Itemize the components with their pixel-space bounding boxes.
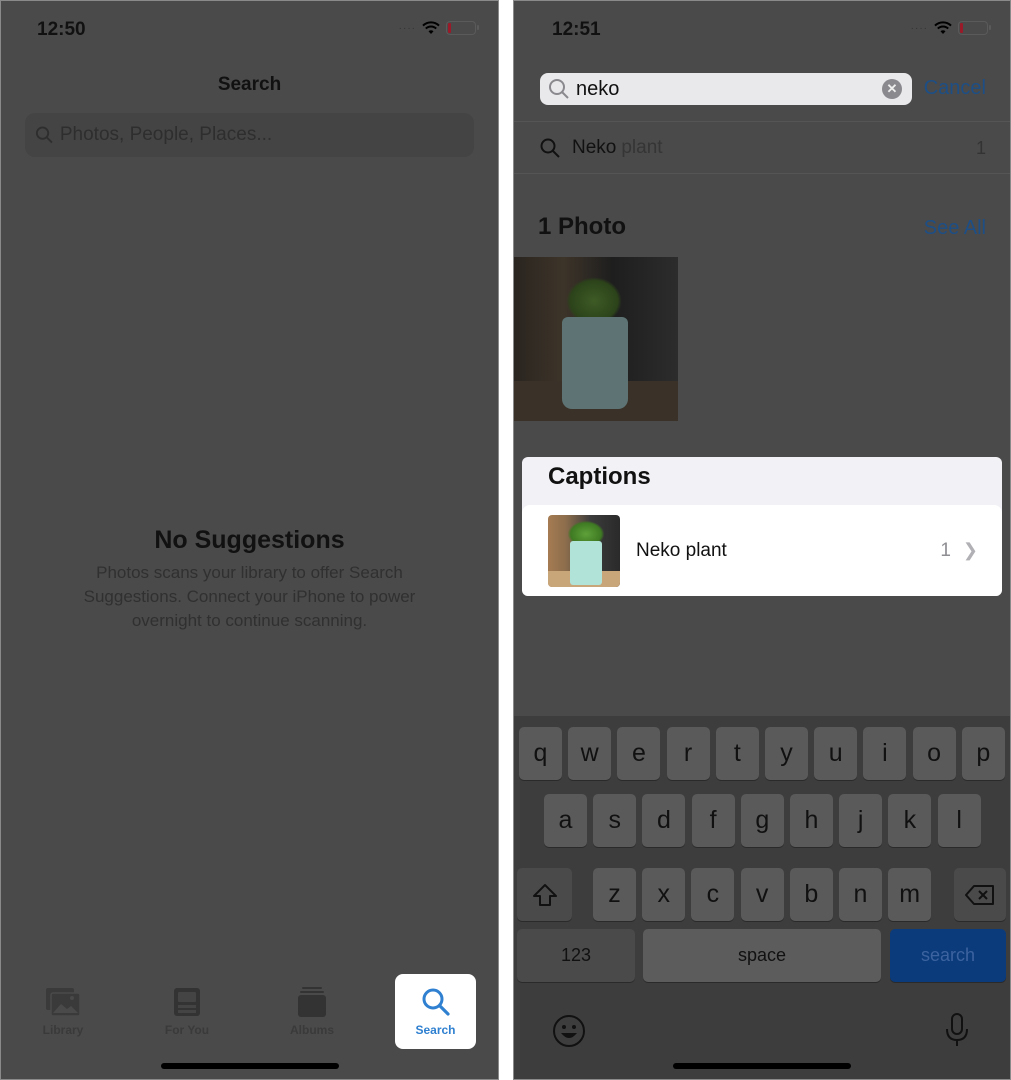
key[interactable]: t <box>715 727 759 780</box>
key[interactable]: o <box>912 727 956 780</box>
key[interactable]: k <box>888 794 932 847</box>
page-title: Search <box>217 74 282 95</box>
suggestion-count: 1 <box>975 137 986 158</box>
key[interactable]: s <box>593 794 637 847</box>
key[interactable]: b <box>789 868 833 921</box>
key[interactable]: u <box>814 727 858 780</box>
tab-search[interactable]: Search <box>395 974 476 1049</box>
search-icon <box>422 988 450 1016</box>
empty-state-title: No Suggestions <box>154 526 345 554</box>
key[interactable]: v <box>740 868 784 921</box>
empty-state-message: Photos scans your library to offer Searc… <box>83 563 416 630</box>
search-suggestion-row[interactable]: Neko plant 1 <box>540 134 986 162</box>
key[interactable]: h <box>790 794 833 847</box>
search-input[interactable] <box>59 124 474 146</box>
tab-albums[interactable]: Albums <box>272 974 352 1049</box>
key[interactable]: q <box>519 727 562 780</box>
search-icon <box>549 79 569 99</box>
key[interactable]: a <box>544 794 587 847</box>
key[interactable]: m <box>888 868 932 921</box>
home-indicator <box>160 1063 339 1069</box>
caption-list-item[interactable]: Neko plant 1 ❯ <box>522 505 1002 596</box>
numbers-key[interactable]: 123 <box>517 929 635 982</box>
tab-library[interactable]: Library <box>23 974 103 1049</box>
status-time: 12:51 <box>552 19 601 40</box>
key[interactable]: f <box>691 794 735 847</box>
suggestion-completion-text: plant <box>621 137 663 158</box>
divider <box>514 121 1010 122</box>
close-icon: ✕ <box>886 81 898 96</box>
tab-label: For You <box>164 1022 210 1037</box>
key[interactable]: x <box>642 868 686 921</box>
status-icons: ···· <box>910 21 991 35</box>
status-icons: ···· <box>398 21 479 35</box>
key[interactable]: z <box>593 868 636 921</box>
cancel-button[interactable]: Cancel <box>924 77 986 100</box>
suggestion-match-text: Neko <box>572 137 617 158</box>
delete-key[interactable] <box>954 868 1006 921</box>
space-key[interactable]: space <box>643 929 881 982</box>
cellular-signal-icon: ···· <box>910 22 928 34</box>
key[interactable]: y <box>765 727 808 780</box>
photo-result-thumbnail[interactable] <box>514 257 678 421</box>
albums-icon <box>298 986 326 1017</box>
left-phone-screen: 12:50 ···· Search No Suggestions Photos … <box>0 0 499 1080</box>
key[interactable]: i <box>863 727 907 780</box>
divider <box>514 173 1010 174</box>
search-input[interactable] <box>576 77 876 101</box>
tab-bar: Library For You Albums Search <box>1 974 498 1049</box>
key[interactable]: w <box>568 727 612 780</box>
search-key[interactable]: search <box>890 929 1006 982</box>
tab-label: Albums <box>289 1022 334 1037</box>
cellular-signal-icon: ···· <box>398 22 416 34</box>
key[interactable]: n <box>839 868 882 921</box>
right-phone-screen: 12:51 ···· ✕ Cancel Neko plant 1 1 Photo… <box>513 0 1011 1080</box>
see-all-link[interactable]: See All <box>924 217 986 240</box>
captions-section: Captions Neko plant 1 ❯ <box>522 457 1002 596</box>
home-indicator <box>673 1063 851 1069</box>
shift-key[interactable] <box>517 868 572 921</box>
photos-section-title: 1 Photo <box>538 213 626 240</box>
key[interactable]: e <box>617 727 661 780</box>
status-time: 12:50 <box>37 19 86 40</box>
caption-label: Neko plant <box>636 539 727 561</box>
search-icon <box>35 126 53 144</box>
backspace-icon <box>965 884 994 905</box>
keyboard: 123 space search qwertyuiop asdfghjkl zxcv… <box>514 716 1010 1079</box>
microphone-icon[interactable] <box>944 1012 970 1050</box>
tab-label: Search <box>415 1022 456 1037</box>
photo-library-icon <box>46 987 81 1017</box>
key[interactable]: j <box>839 794 883 847</box>
key[interactable]: d <box>642 794 686 847</box>
search-field[interactable] <box>25 113 474 157</box>
key[interactable]: l <box>937 794 981 847</box>
tab-for-you[interactable]: For You <box>147 974 227 1049</box>
battery-icon <box>958 21 991 35</box>
chevron-right-icon: ❯ <box>962 540 978 560</box>
caption-thumbnail <box>548 514 620 587</box>
key[interactable]: c <box>691 868 735 921</box>
tab-label: Library <box>42 1022 84 1037</box>
search-field[interactable]: ✕ <box>540 73 912 105</box>
shift-icon <box>532 883 557 906</box>
wifi-icon <box>422 21 440 34</box>
for-you-icon <box>174 987 200 1016</box>
key[interactable]: p <box>961 727 1005 780</box>
key[interactable]: r <box>666 727 710 780</box>
battery-icon <box>446 21 479 35</box>
clear-search-button[interactable]: ✕ <box>882 79 902 99</box>
emoji-icon[interactable] <box>552 1014 586 1048</box>
captions-section-title: Captions <box>548 463 651 490</box>
caption-count: 1 <box>940 539 951 561</box>
search-icon <box>540 138 560 158</box>
key[interactable]: g <box>740 794 784 847</box>
wifi-icon <box>934 21 952 34</box>
